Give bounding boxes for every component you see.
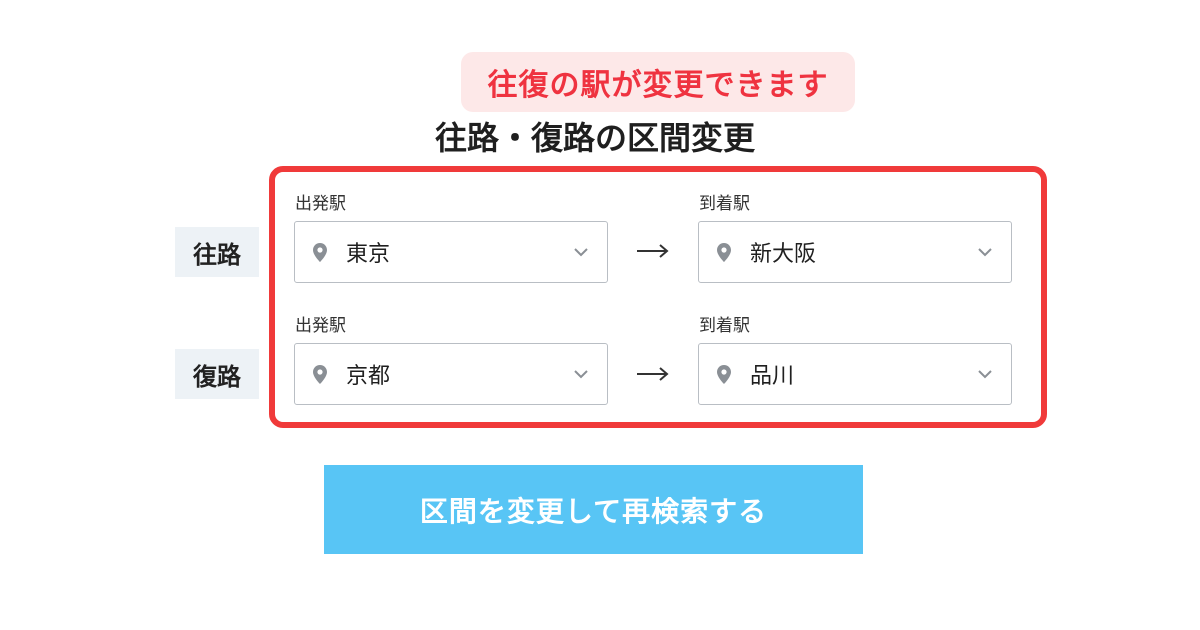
location-pin-icon xyxy=(716,242,732,262)
return-departure-station: 京都 xyxy=(346,364,391,389)
arrow-right-icon xyxy=(633,364,673,384)
chevron-down-icon xyxy=(573,247,589,257)
chevron-down-icon xyxy=(977,247,993,257)
section-title: 往路・復路の区間変更 xyxy=(434,119,755,157)
arrow-right-icon xyxy=(633,241,673,261)
outbound-departure-select[interactable]: 東京 xyxy=(294,221,608,283)
outbound-label: 往路 xyxy=(175,227,259,277)
return-departure-select[interactable]: 京都 xyxy=(294,343,608,405)
outbound-arrival-caption: 到着駅 xyxy=(699,194,750,214)
outbound-arrival-station: 新大阪 xyxy=(750,242,817,267)
chevron-down-icon xyxy=(977,369,993,379)
research-button[interactable]: 区間を変更して再検索する xyxy=(324,465,863,554)
outbound-departure-station: 東京 xyxy=(346,242,391,267)
outbound-arrival-select[interactable]: 新大阪 xyxy=(698,221,1012,283)
return-arrival-station: 品川 xyxy=(750,364,795,389)
return-departure-caption: 出発駅 xyxy=(295,316,346,336)
location-pin-icon xyxy=(716,364,732,384)
return-arrival-select[interactable]: 品川 xyxy=(698,343,1012,405)
return-arrival-caption: 到着駅 xyxy=(699,316,750,336)
location-pin-icon xyxy=(312,242,328,262)
location-pin-icon xyxy=(312,364,328,384)
callout-banner: 往復の駅が変更できます xyxy=(461,52,855,112)
return-label: 復路 xyxy=(175,349,259,399)
outbound-departure-caption: 出発駅 xyxy=(295,194,346,214)
route-change-panel: 往復の駅が変更できます 往路・復路の区間変更 往路 出発駅 東京 到着駅 新大阪… xyxy=(0,0,1200,630)
chevron-down-icon xyxy=(573,369,589,379)
